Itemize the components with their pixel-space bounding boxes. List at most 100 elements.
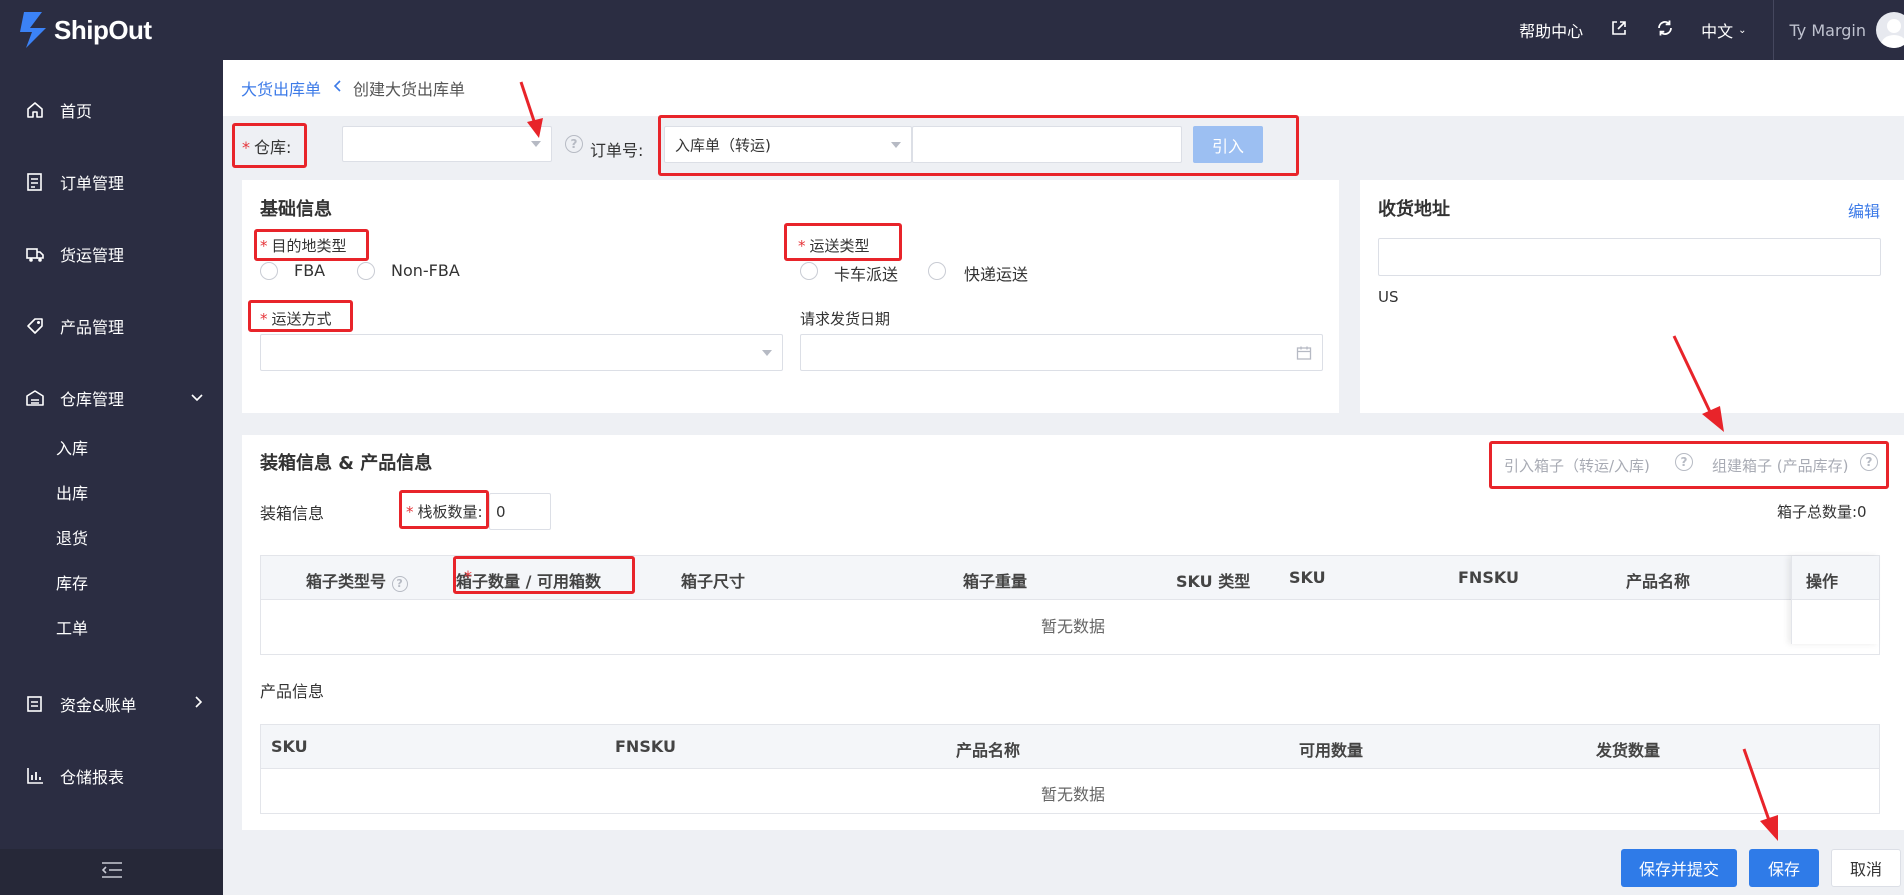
warehouse-label-text: 仓库: [254, 138, 292, 157]
chevron-left-icon [333, 80, 341, 96]
basic-info-title: 基础信息 [260, 199, 332, 220]
col-box-size: 箱子尺寸 [681, 572, 746, 591]
top-bar: ShipOut 帮助中心 中文 ⌄ Ty Margin [0, 0, 1904, 60]
avatar[interactable] [1876, 12, 1904, 48]
sidebar-subitem-work-orders[interactable]: 工单 [56, 615, 88, 639]
col-actions: 操作 [1806, 572, 1839, 591]
annotation-arrow [1742, 748, 1778, 841]
order-no-label: 订单号: [590, 141, 644, 160]
sidebar-item-label: 资金&账单 [60, 696, 137, 715]
col-product-name: 产品名称 [1626, 572, 1691, 591]
pallet-quantity-value: 0 [496, 503, 506, 521]
sidebar-subitem-inventory[interactable]: 库存 [56, 570, 88, 594]
dest-type-fba-radio[interactable] [260, 262, 278, 280]
request-date-input[interactable] [800, 334, 1323, 371]
sidebar-item-reports[interactable]: 仓储报表 [0, 756, 223, 796]
home-icon [24, 99, 46, 121]
ship-type-express-label[interactable]: 快递运送 [964, 261, 1028, 285]
sidebar-subitem-inbound[interactable]: 入库 [56, 435, 88, 459]
col-sku-type: SKU 类型 [1176, 572, 1251, 591]
help-icon[interactable]: ? [1860, 453, 1878, 471]
calendar-icon [1296, 345, 1312, 365]
ship-type-truck-label[interactable]: 卡车派送 [834, 261, 898, 285]
sidebar-item-products[interactable]: 产品管理 [0, 306, 223, 346]
product-table-empty: 暂无数据 [1041, 785, 1106, 804]
sidebar-item-home[interactable]: 首页 [0, 90, 223, 130]
sidebar-item-label: 货运管理 [60, 246, 125, 265]
warehouse-icon [24, 387, 46, 409]
sidebar-item-warehouse[interactable]: 仓库管理 [0, 378, 223, 418]
pallet-quantity-input[interactable]: 0 [489, 493, 551, 530]
address-country: US [1378, 288, 1399, 306]
annotation-arrow [1672, 335, 1724, 432]
sidebar-item-label: 订单管理 [60, 174, 125, 193]
product-info-label: 产品信息 [260, 682, 325, 701]
packing-title: 装箱信息 & 产品信息 [260, 453, 433, 474]
box-table-empty: 暂无数据 [1041, 617, 1106, 636]
breadcrumb: 大货出库单 创建大货出库单 [223, 60, 1904, 116]
breadcrumb-parent-link[interactable]: 大货出库单 [241, 76, 321, 100]
sidebar-item-finance[interactable]: 资金&账单 [0, 684, 223, 724]
divider [1772, 0, 1774, 60]
ship-method-select[interactable] [260, 334, 783, 371]
col-box-weight: 箱子重量 [963, 572, 1028, 591]
sidebar-item-label: 产品管理 [60, 318, 125, 337]
help-center-link[interactable]: 帮助中心 [1519, 18, 1583, 42]
refresh-icon[interactable] [1655, 19, 1675, 42]
edit-address-link[interactable]: 编辑 [1848, 198, 1880, 222]
wallet-icon [24, 693, 46, 715]
order-type-value: 入库单（转运) [675, 136, 771, 154]
cancel-button[interactable]: 取消 [1831, 849, 1901, 887]
product-table-header: SKU FNSKU 产品名称 可用数量 发货数量 [261, 725, 1879, 769]
ship-type-truck-radio[interactable] [800, 262, 818, 280]
order-type-select[interactable]: 入库单（转运) [664, 126, 912, 163]
language-label: 中文 [1701, 22, 1734, 41]
col-fnsku: FNSKU [615, 737, 676, 756]
sidebar-item-freight[interactable]: 货运管理 [0, 234, 223, 274]
warehouse-label: * 仓库: [242, 134, 291, 158]
external-link-icon[interactable] [1609, 20, 1629, 41]
dest-type-fba-label[interactable]: FBA [294, 261, 325, 280]
dest-type-non-fba-label[interactable]: Non-FBA [391, 261, 460, 280]
help-icon[interactable]: ? [565, 135, 583, 153]
dest-type-non-fba-radio[interactable] [357, 262, 375, 280]
sidebar-collapse-button[interactable] [0, 849, 223, 895]
import-box-link[interactable]: 引入箱子（转运/入库) [1504, 455, 1650, 476]
col-sku: SKU [1289, 568, 1326, 587]
chevron-down-icon [191, 390, 203, 406]
packing-panel: 装箱信息 & 产品信息 引入箱子（转运/入库) ? 组建箱子 (产品库存) ? … [242, 435, 1904, 830]
collapse-menu-icon [101, 861, 123, 883]
build-box-link[interactable]: 组建箱子 (产品库存) [1712, 455, 1848, 476]
basic-info-panel: 基础信息 * 目的地类型 FBA Non-FBA * 运送类型 卡车派送 快递运送 … [242, 180, 1339, 413]
ship-type-express-radio[interactable] [928, 262, 946, 280]
address-display [1378, 238, 1881, 276]
caret-down-icon [762, 349, 772, 356]
required-mark: * [242, 138, 250, 157]
ship-type-label: * 运送类型 [798, 237, 870, 255]
col-ship-qty: 发货数量 [1596, 741, 1661, 760]
packing-info-label: 装箱信息 [260, 504, 325, 523]
col-box-type: 箱子类型号 ? [306, 568, 408, 592]
language-switcher[interactable]: 中文 ⌄ [1701, 18, 1746, 42]
ship-method-label: * 运送方式 [260, 310, 332, 328]
address-title: 收货地址 [1378, 199, 1450, 220]
sidebar: 首页 订单管理 货运管理 产品管理 仓库管理 入库 出库 退货 库存 工单 资金… [0, 60, 223, 895]
help-icon[interactable]: ? [1675, 453, 1693, 471]
help-icon[interactable]: ? [391, 575, 408, 592]
sidebar-item-orders[interactable]: 订单管理 [0, 162, 223, 202]
box-total-count: 箱子总数量:0 [1777, 503, 1867, 521]
request-date-label: 请求发货日期 [800, 310, 891, 328]
save-and-submit-button[interactable]: 保存并提交 [1621, 849, 1737, 887]
sidebar-subitem-outbound[interactable]: 出库 [56, 480, 88, 504]
user-name[interactable]: Ty Margin [1790, 21, 1866, 40]
import-button[interactable]: 引入 [1193, 126, 1263, 163]
order-icon [24, 171, 46, 193]
col-fnsku: FNSKU [1458, 568, 1519, 587]
sidebar-subitem-returns[interactable]: 退货 [56, 525, 88, 549]
annotation-box-box-qty-col [453, 556, 635, 594]
order-number-input[interactable] [912, 126, 1182, 163]
dest-type-label: * 目的地类型 [260, 237, 347, 255]
logo[interactable]: ShipOut [20, 12, 152, 48]
save-button[interactable]: 保存 [1749, 849, 1819, 887]
caret-down-icon [531, 141, 541, 147]
